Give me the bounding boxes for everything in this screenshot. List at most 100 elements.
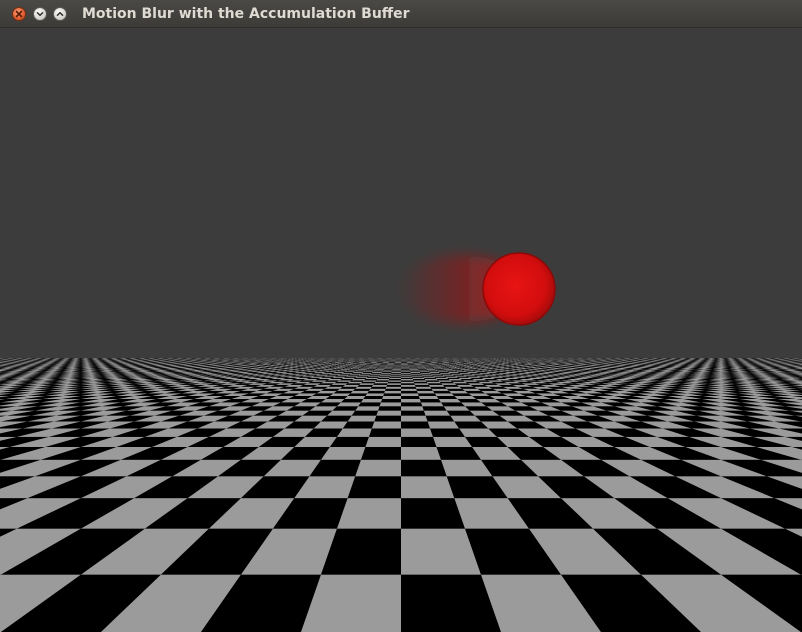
floor-tile	[421, 373, 432, 375]
floor-tile	[412, 379, 426, 381]
floor-tile	[449, 390, 469, 394]
close-button[interactable]	[12, 7, 26, 21]
floor-tile	[411, 374, 423, 376]
floor-tile	[409, 368, 418, 370]
floor-tile	[455, 367, 465, 368]
floor-tile	[443, 375, 457, 377]
floor-tile	[377, 367, 386, 368]
floor-tile	[367, 368, 377, 370]
floor-tile	[401, 367, 410, 369]
floor-tile	[364, 379, 378, 381]
floor-tile	[361, 399, 383, 403]
floor-tile	[358, 402, 381, 407]
floor-tile	[452, 369, 464, 371]
floor-tile	[353, 371, 365, 373]
floor-tile	[343, 376, 357, 378]
floor-tile	[401, 388, 417, 391]
floor-tile	[383, 369, 393, 370]
floor-tile	[384, 368, 393, 370]
floor-tile	[377, 366, 386, 368]
floor-tile	[427, 370, 438, 372]
floor-tile	[411, 373, 422, 375]
floor-tile	[437, 371, 449, 373]
floor-tile	[356, 369, 367, 371]
floor-tile	[415, 386, 432, 389]
floor-tile	[446, 388, 465, 391]
floor-tile	[337, 428, 372, 437]
floor-tile	[401, 399, 421, 403]
floor-tile	[434, 369, 445, 370]
floor-tile	[365, 393, 385, 397]
floor-tile	[448, 372, 460, 373]
floor-tile	[384, 367, 393, 369]
floor-tile	[337, 370, 348, 372]
floor-tile	[401, 428, 433, 437]
floor-tile	[426, 381, 441, 384]
floor-tile	[356, 375, 369, 377]
title-bar[interactable]: Motion Blur with the Accumulation Buffer	[0, 0, 802, 28]
floor-tile	[355, 459, 401, 477]
floor-tile	[450, 368, 460, 370]
floor-tile	[350, 390, 369, 394]
floor-tile	[442, 374, 455, 376]
floor-tile	[445, 370, 456, 372]
floor-tile	[451, 369, 462, 370]
floor-tile	[441, 367, 451, 369]
floor-tile	[454, 375, 468, 377]
floor-tile	[416, 367, 425, 368]
minimize-button[interactable]	[33, 7, 47, 21]
floor-tile	[414, 383, 429, 385]
floor-tile	[449, 367, 459, 369]
floor-tile	[436, 379, 451, 381]
floor-tile	[378, 406, 401, 411]
floor-tile	[347, 381, 363, 384]
floor-tile	[378, 375, 391, 377]
floor-tile	[387, 381, 401, 384]
floor-tile	[401, 415, 428, 422]
floor-tile	[390, 374, 401, 376]
floor-tile	[430, 428, 465, 437]
floor-tile	[401, 372, 411, 374]
floor-tile	[381, 372, 392, 373]
floor-tile	[379, 402, 401, 407]
floor-tile	[425, 368, 435, 370]
floor-tile	[455, 371, 467, 373]
floor-tile	[340, 366, 349, 367]
floor-tile	[393, 366, 401, 368]
floor-tile	[370, 386, 387, 389]
floor-tile	[390, 373, 401, 375]
opengl-viewport[interactable]	[0, 28, 802, 632]
floor-tile	[379, 374, 391, 376]
floor-tile	[449, 372, 461, 374]
floor-tile	[377, 377, 390, 380]
floor-tile	[438, 366, 447, 367]
floor-tile	[369, 428, 401, 437]
floor-tile	[337, 402, 361, 407]
floor-tile	[359, 373, 371, 375]
floor-tile	[410, 371, 420, 373]
floor-tile	[346, 370, 357, 372]
floor-tile	[340, 369, 351, 370]
floor-tile	[422, 406, 447, 411]
floor-tile	[388, 380, 401, 382]
floor-tile	[433, 390, 452, 394]
floor-tile	[423, 366, 432, 367]
floor-tile	[337, 498, 401, 529]
floor-tile	[417, 368, 427, 370]
floor-tile	[376, 379, 390, 381]
floor-tile	[421, 374, 433, 376]
floor-tile	[353, 377, 367, 380]
floor-tile	[382, 370, 393, 372]
floor-tile	[401, 393, 419, 397]
maximize-button[interactable]	[53, 7, 67, 21]
floor-tile	[357, 384, 374, 387]
floor-tile	[355, 376, 368, 378]
floor-tile	[351, 367, 361, 369]
floor-tile	[376, 410, 401, 416]
floor-tile	[362, 380, 377, 382]
floor-tile	[416, 366, 425, 368]
floor-tile	[446, 377, 461, 380]
floor-tile	[358, 374, 371, 376]
floor-tile	[440, 367, 449, 368]
chevron-down-icon	[36, 12, 44, 17]
